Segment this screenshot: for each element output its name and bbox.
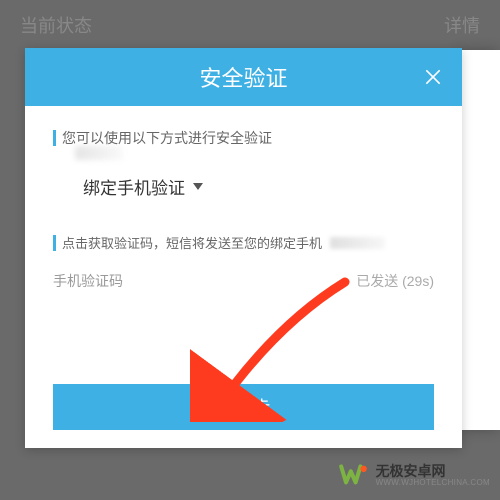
- redacted-code: [75, 146, 123, 160]
- next-button[interactable]: 下一步: [53, 384, 434, 430]
- modal-title: 安全验证: [199, 61, 287, 93]
- watermark-name: 无极安卓网: [376, 464, 490, 479]
- accent-bar-icon: [53, 130, 56, 146]
- watermark-logo-icon: [338, 460, 370, 492]
- close-button[interactable]: [420, 64, 446, 90]
- next-button-label: 下一步: [217, 394, 271, 420]
- security-verification-modal: 安全验证 您可以使用以下方式进行安全验证 绑定手机验证 点击获取验证码，短信将发…: [25, 48, 462, 448]
- modal-body: 您可以使用以下方式进行安全验证 绑定手机验证 点击获取验证码，短信将发送至您的绑…: [25, 106, 462, 448]
- sms-code-label: 手机验证码: [53, 271, 123, 291]
- close-icon: [423, 67, 443, 87]
- watermark: 无极安卓网 WWW.WJHOTELCHINA.COM: [338, 460, 490, 492]
- verification-info-1: 您可以使用以下方式进行安全验证: [53, 128, 434, 148]
- info-text-1: 您可以使用以下方式进行安全验证: [62, 128, 272, 148]
- sms-code-input-row[interactable]: 手机验证码 已发送 (29s): [53, 262, 434, 300]
- background-header: 当前状态 详情: [0, 0, 500, 50]
- verification-info-2: 点击获取验证码，短信将发送至您的绑定手机: [53, 233, 434, 252]
- background-right-column: [460, 50, 500, 430]
- bg-right-label: 详情: [444, 12, 480, 38]
- verification-method-dropdown[interactable]: 绑定手机验证: [83, 174, 434, 199]
- modal-header: 安全验证: [25, 48, 462, 106]
- chevron-down-icon: [193, 183, 203, 190]
- dropdown-label: 绑定手机验证: [83, 174, 185, 199]
- countdown-badge: 已发送 (29s): [356, 271, 434, 291]
- accent-bar-icon: [53, 235, 56, 251]
- redacted-phone: [330, 237, 385, 249]
- bg-left-label: 当前状态: [20, 12, 92, 38]
- watermark-text: 无极安卓网 WWW.WJHOTELCHINA.COM: [376, 464, 490, 488]
- info-text-2: 点击获取验证码，短信将发送至您的绑定手机: [62, 233, 322, 252]
- watermark-url: WWW.WJHOTELCHINA.COM: [376, 479, 490, 488]
